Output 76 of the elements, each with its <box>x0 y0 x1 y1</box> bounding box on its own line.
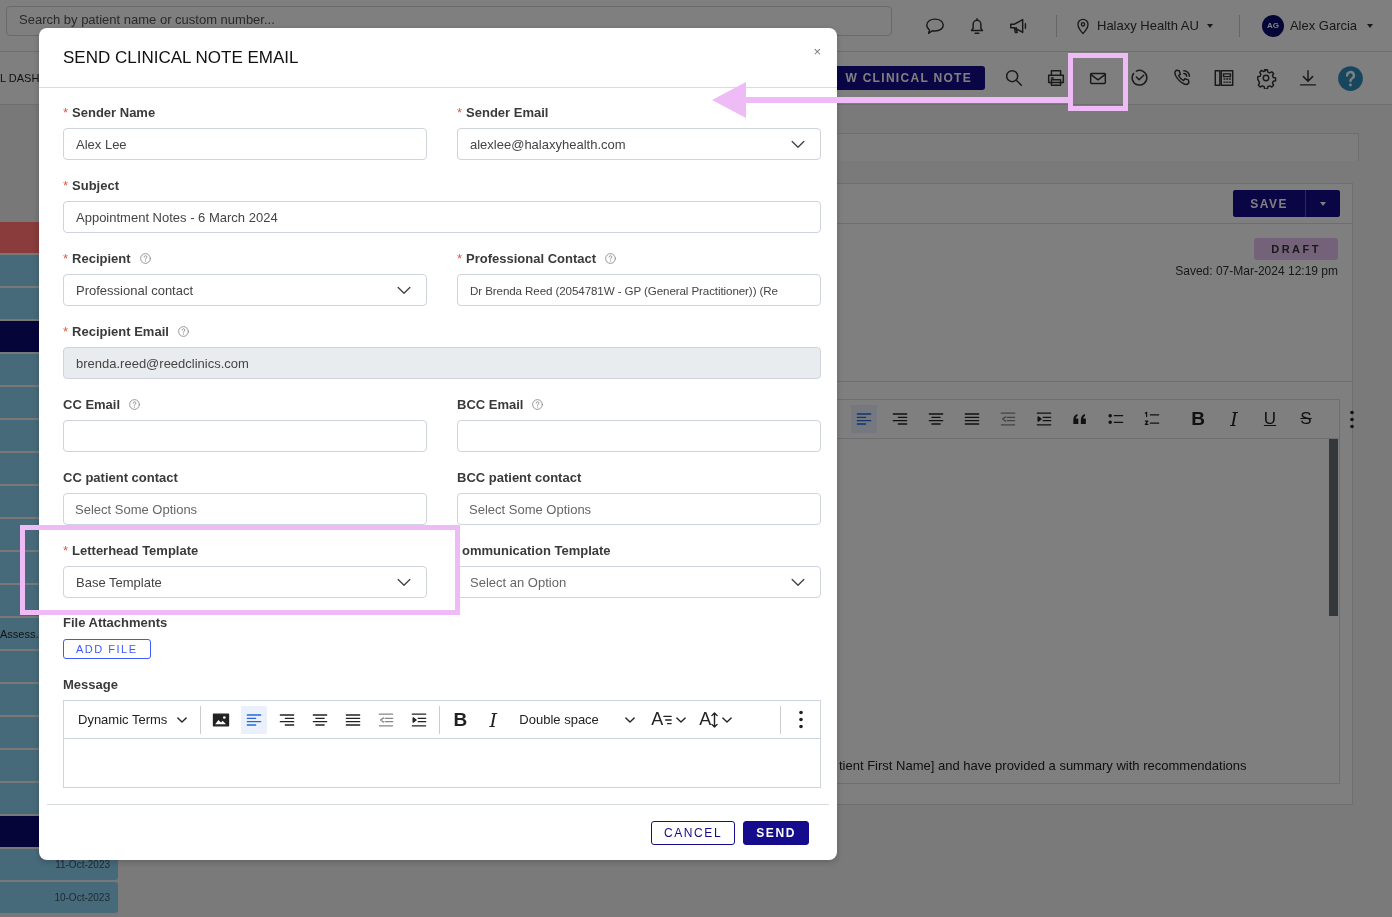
chevron-icon <box>722 716 733 723</box>
more-icon <box>1349 409 1355 429</box>
field-label: CC patient contact <box>63 469 178 485</box>
field-label: Sender Email <box>466 104 549 120</box>
field-label: Sender Name <box>72 104 156 120</box>
multiselect-field[interactable]: Select Some Options <box>63 493 427 525</box>
input-field[interactable]: Dr Brenda Reed (2054781W - GP (General Practitioner)) (Re <box>457 274 821 306</box>
input-field[interactable] <box>63 420 427 452</box>
printer-icon[interactable] <box>1045 67 1067 89</box>
required-asterisk: * <box>63 250 69 266</box>
field-label: Recipient Email <box>72 323 169 339</box>
strikethrough-button[interactable]: S <box>1293 405 1319 433</box>
field-label: CC Email <box>63 396 121 412</box>
calculator-icon[interactable] <box>1213 67 1235 89</box>
multiselect-field[interactable]: Select Some Options <box>457 493 821 525</box>
required-asterisk: * <box>63 177 69 193</box>
cancel-button[interactable]: CANCEL <box>650 820 736 845</box>
input-field[interactable]: Appointment Notes - 6 March 2024 <box>63 201 821 233</box>
chevron-icon <box>177 716 188 723</box>
field-label: Recipient <box>72 250 131 266</box>
add-file-button[interactable]: ADD FILE <box>63 639 151 659</box>
dynamic-terms-dropdown[interactable]: Dynamic Terms <box>72 705 194 734</box>
search-icon[interactable] <box>1003 67 1025 89</box>
field-label: Subject <box>72 177 120 193</box>
readonly-field[interactable]: brenda.reed@reedclinics.com <box>63 347 821 379</box>
field-label: Professional Contact <box>466 250 597 266</box>
select-field[interactable]: Base Template <box>63 566 427 598</box>
align-left-button[interactable] <box>851 405 877 433</box>
required-asterisk: * <box>63 323 69 339</box>
page-title: L DASH <box>0 72 40 84</box>
required-asterisk: * <box>63 542 69 558</box>
saved-timestamp: Saved: 07-Mar-2024 12:19 pm <box>1175 264 1338 278</box>
save-button[interactable]: SAVE <box>1233 190 1306 217</box>
field-label: BCC patient contact <box>457 469 582 485</box>
font-size-dropdown[interactable]: A <box>648 705 690 734</box>
input-field[interactable] <box>457 420 821 452</box>
field-label: ommunication Template <box>462 542 611 558</box>
user-menu[interactable]: AG Alex Garcia <box>1261 14 1374 37</box>
chevron-icon <box>676 716 687 723</box>
up-down-arrow-icon <box>711 711 719 728</box>
help-icon[interactable] <box>1336 64 1364 92</box>
scrollbar[interactable] <box>1329 439 1338 616</box>
user-avatar: AG <box>1261 14 1284 37</box>
note-text: tient First Name] and have provided a summary with recommendations <box>839 758 1247 773</box>
status-badge: DRAFT <box>1254 238 1338 260</box>
align-left-button[interactable] <box>241 705 268 734</box>
more-icon <box>798 710 804 729</box>
location-dropdown[interactable]: Halaxy Health AU <box>1073 14 1213 37</box>
input-field[interactable]: Alex Lee <box>63 128 427 160</box>
line-spacing-dropdown[interactable]: Double space <box>513 705 642 734</box>
select-field[interactable]: Select an Option <box>457 566 821 598</box>
required-asterisk: * <box>63 104 69 120</box>
download-icon[interactable] <box>1297 67 1319 89</box>
bold-button[interactable]: B <box>1185 405 1211 433</box>
field-label: BCC Email <box>457 396 524 412</box>
select-field[interactable]: Professional contact <box>63 274 427 306</box>
row-date: 10-Oct-2023 <box>54 892 110 903</box>
chevron-icon <box>625 716 636 723</box>
select-field[interactable]: alexlee@halaxyhealth.com <box>457 128 821 160</box>
close-button[interactable]: × <box>813 44 821 59</box>
required-asterisk: * <box>457 104 463 120</box>
dialog-title: SEND CLINICAL NOTE EMAIL <box>63 47 299 68</box>
lines-icon <box>663 714 673 725</box>
row-date: 11-Oct-2023 <box>55 859 110 870</box>
field-label: Letterhead Template <box>72 542 199 558</box>
send-button[interactable]: SEND <box>743 820 809 845</box>
required-asterisk: * <box>457 250 463 266</box>
underline-button[interactable]: U <box>1257 405 1283 433</box>
field-label: File Attachments <box>63 615 169 631</box>
row-label: Assess. <box>0 627 39 640</box>
field-label: Message <box>63 677 119 693</box>
bold-button[interactable]: B <box>447 705 474 734</box>
line-height-dropdown[interactable]: A <box>696 705 736 734</box>
italic-button[interactable]: I <box>480 705 507 734</box>
italic-button[interactable]: I <box>1221 405 1247 433</box>
settings-icon[interactable] <box>1255 67 1277 89</box>
